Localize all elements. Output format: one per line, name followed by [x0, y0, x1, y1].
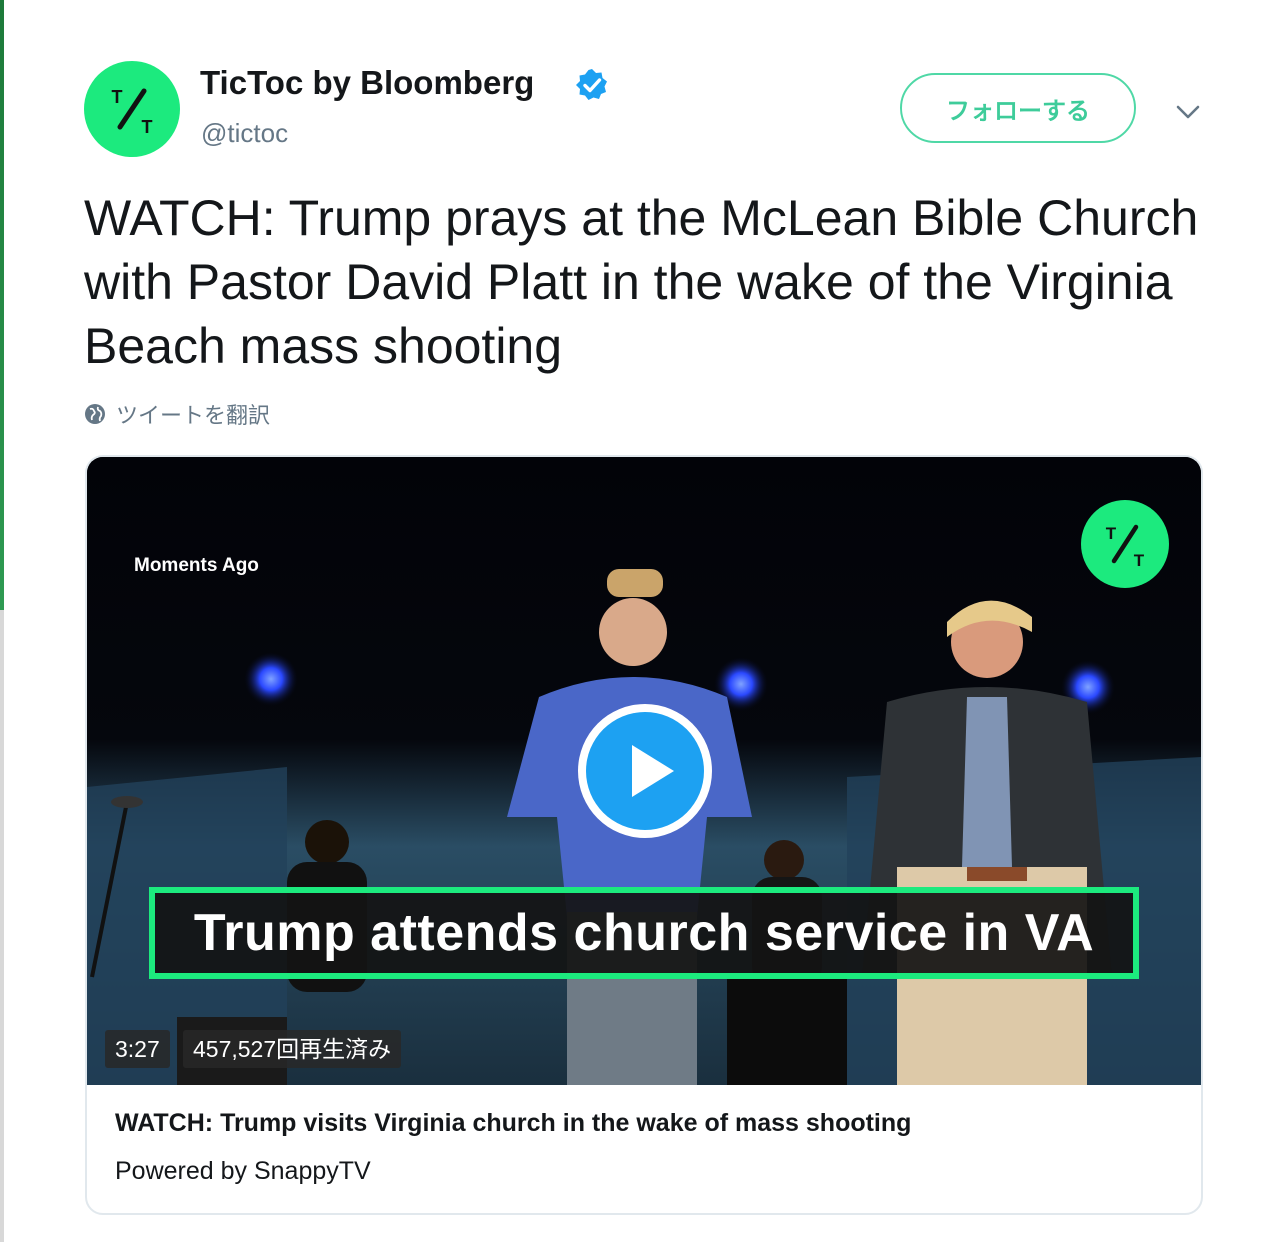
svg-text:T: T — [112, 87, 123, 107]
handle[interactable]: @tictoc — [201, 118, 288, 149]
avatar[interactable]: T T — [84, 61, 180, 157]
view-count: 457,527回再生済み — [183, 1030, 402, 1068]
tictoc-logo-icon: T T — [112, 87, 153, 137]
video-caption-banner: Trump attends church service in VA — [149, 887, 1139, 979]
tweet: T T TicToc by Bloomberg @tictoc フォローする W… — [0, 0, 1284, 1242]
moments-ago-label: Moments Ago — [134, 555, 259, 576]
video-caption-text: Trump attends church service in VA — [193, 904, 1095, 962]
video-card[interactable]: Moments Ago T T Trump attends church ser… — [85, 455, 1203, 1215]
svg-text:T: T — [1106, 524, 1117, 543]
play-button[interactable] — [578, 704, 712, 838]
tweet-text: WATCH: Trump prays at the McLean Bible C… — [84, 190, 1199, 374]
chevron-down-icon[interactable] — [1172, 96, 1204, 128]
play-icon — [586, 712, 704, 830]
tictoc-watermark: T T — [1081, 500, 1169, 588]
follow-button[interactable]: フォローする — [900, 73, 1136, 143]
card-title[interactable]: WATCH: Trump visits Virginia church in t… — [115, 1109, 911, 1138]
video-duration: 3:27 — [105, 1030, 170, 1068]
translate-tweet-link[interactable]: ツイートを翻訳 — [84, 398, 270, 430]
display-name[interactable]: TicToc by Bloomberg — [200, 64, 534, 102]
svg-text:T: T — [142, 117, 153, 137]
translate-label: ツイートを翻訳 — [116, 403, 271, 428]
card-source: Powered by SnappyTV — [115, 1157, 371, 1185]
svg-text:T: T — [1134, 551, 1145, 570]
globe-icon — [85, 404, 105, 424]
tictoc-logo-icon: T T — [1106, 524, 1145, 570]
video-player[interactable]: Moments Ago T T Trump attends church ser… — [87, 457, 1201, 1085]
verified-badge-icon — [576, 69, 607, 100]
